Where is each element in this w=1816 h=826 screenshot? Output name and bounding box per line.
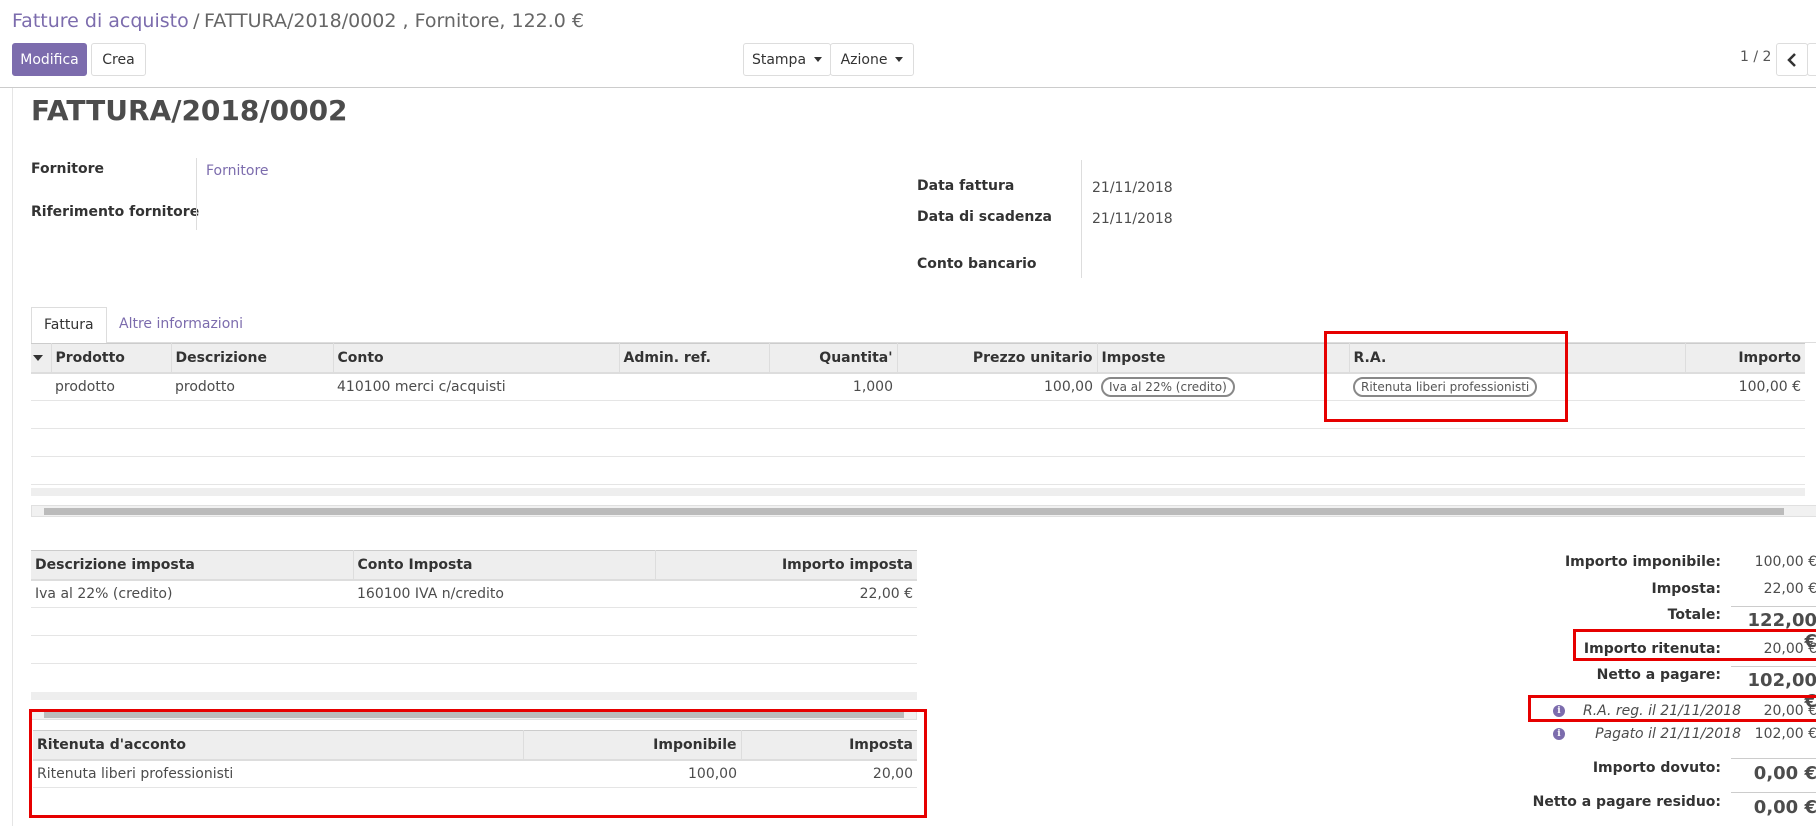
scrollbar-thumb[interactable] [44, 712, 904, 718]
invoice-title: FATTURA/2018/0002 [31, 94, 348, 127]
withholding-amount-value: 20,00 € [1763, 641, 1816, 657]
pager-previous-button[interactable] [1776, 43, 1808, 76]
scrollbar-thumb[interactable] [44, 508, 1784, 515]
cell-product[interactable]: prodotto [51, 372, 171, 401]
cell-quantity[interactable]: 1,000 [769, 372, 897, 401]
tax-amount-value: 22,00 € [1763, 581, 1816, 597]
caret-down-icon [895, 57, 904, 62]
column-header-taxes[interactable]: Imposte [1097, 343, 1350, 374]
breadcrumb-parent-link[interactable]: Fatture di acquisto [12, 10, 189, 32]
sort-header[interactable] [31, 343, 52, 374]
form-sheet: FATTURA/2018/0002 Fornitore Fornitore Ri… [12, 88, 1816, 826]
tax-tag: Iva al 22% (credito) [1101, 376, 1235, 397]
cell-withholding-name[interactable]: Ritenuta liberi professionisti [33, 759, 523, 788]
due-date-value[interactable]: 21/11/2018 [1092, 211, 1173, 227]
create-button[interactable]: Crea [91, 43, 146, 76]
supplier-label: Fornitore [31, 161, 104, 177]
payment-ra-value: 20,00 € [1763, 703, 1816, 719]
chevron-left-icon [1787, 52, 1796, 67]
edit-button[interactable]: Modifica [12, 43, 87, 76]
pager-next-button[interactable] [1807, 43, 1816, 76]
column-header-quantity[interactable]: Quantita' [769, 343, 898, 374]
payment-ra-label: R.A. reg. il 21/11/2018 [1583, 703, 1741, 719]
column-header-account[interactable]: Conto [333, 343, 620, 374]
withholding-amount-label: Importo ritenuta: [1583, 641, 1721, 657]
pager-value[interactable]: 1 / 2 [1740, 49, 1771, 65]
tab-altre-informazioni[interactable]: Altre informazioni [119, 307, 243, 341]
table-row[interactable]: Ritenuta liberi professionisti 100,00 20… [33, 759, 917, 788]
breadcrumb-separator: / [193, 10, 200, 32]
table-footer [31, 692, 917, 700]
invoice-lines-table: Prodotto Descrizione Conto Admin. ref. Q… [31, 343, 1805, 485]
control-panel: Fatture di acquisto / FATTURA/2018/0002 … [0, 0, 1816, 88]
tab-fattura[interactable]: Fattura [31, 307, 107, 343]
cell-description[interactable]: prodotto [171, 372, 333, 401]
cell-account[interactable]: 410100 merci c/acquisti [333, 372, 619, 401]
field-separator [196, 158, 197, 230]
print-dropdown[interactable]: Stampa [743, 43, 831, 76]
cell-withholding-tax[interactable]: 20,00 [741, 759, 917, 788]
cell-tax-amount[interactable]: 22,00 € [655, 579, 917, 608]
table-row-empty [31, 607, 917, 636]
action-label: Azione [840, 51, 888, 68]
ra-tag: Ritenuta liberi professionisti [1353, 376, 1538, 397]
print-label: Stampa [751, 51, 807, 68]
breadcrumb-current: FATTURA/2018/0002 , Fornitore, 122.0 € [204, 10, 585, 32]
horizontal-scrollbar[interactable] [31, 505, 1816, 517]
table-row-empty [31, 428, 1805, 457]
column-header-base[interactable]: Imponibile [523, 730, 742, 761]
cell-tax-account[interactable]: 160100 IVA n/credito [353, 579, 655, 608]
amount-due-value: 0,00 € [1731, 758, 1816, 784]
due-date-label: Data di scadenza [917, 209, 1052, 225]
table-row-empty [31, 456, 1805, 485]
cell-taxes[interactable]: Iva al 22% (credito) [1097, 372, 1349, 401]
column-header-withholding[interactable]: Ritenuta d'acconto [33, 730, 524, 761]
breadcrumb: Fatture di acquisto / FATTURA/2018/0002 … [12, 10, 584, 32]
table-footer [31, 488, 1805, 496]
net-residual-value: 0,00 € [1731, 792, 1816, 818]
cell-amount[interactable]: 100,00 € [1685, 372, 1805, 401]
table-row-empty [31, 635, 917, 664]
column-header-tax-description[interactable]: Descrizione imposta [31, 550, 354, 581]
invoice-date-value[interactable]: 21/11/2018 [1092, 180, 1173, 196]
action-dropdown[interactable]: Azione [830, 43, 914, 76]
column-header-withholding-tax[interactable]: Imposta [741, 730, 917, 761]
payment-paid-label: Pagato il 21/11/2018 [1595, 726, 1741, 742]
field-separator [1081, 160, 1082, 278]
net-residual-label: Netto a pagare residuo: [1532, 794, 1721, 810]
column-header-product[interactable]: Prodotto [51, 343, 172, 374]
column-header-admin-ref[interactable]: Admin. ref. [619, 343, 770, 374]
amount-due-label: Importo dovuto: [1592, 760, 1721, 776]
cell-ra[interactable]: Ritenuta liberi professionisti [1349, 372, 1685, 401]
column-header-tax-account[interactable]: Conto Imposta [353, 550, 656, 581]
cell-tax-description[interactable]: Iva al 22% (credito) [31, 579, 353, 608]
supplier-link[interactable]: Fornitore [206, 163, 269, 179]
column-header-amount[interactable]: Importo [1685, 343, 1805, 374]
table-row-empty [31, 400, 1805, 429]
cell-admin-ref[interactable] [619, 372, 769, 401]
supplier-ref-label: Riferimento fornitore [31, 204, 200, 220]
untaxed-amount-value: 100,00 € [1754, 554, 1816, 570]
column-header-ra[interactable]: R.A. [1349, 343, 1686, 374]
caret-down-icon [33, 354, 43, 361]
untaxed-amount-label: Importo imponibile: [1564, 554, 1721, 570]
cell-withholding-base[interactable]: 100,00 [523, 759, 741, 788]
caret-down-icon [814, 57, 823, 62]
net-to-pay-label: Netto a pagare: [1596, 667, 1721, 683]
bank-account-label: Conto bancario [917, 256, 1037, 272]
payment-paid-value: 102,00 € [1754, 726, 1816, 742]
invoice-date-label: Data fattura [917, 178, 1015, 194]
table-row[interactable]: prodotto prodotto 410100 merci c/acquist… [31, 372, 1805, 401]
tax-amount-label: Imposta: [1651, 581, 1721, 597]
column-header-unit-price[interactable]: Prezzo unitario [897, 343, 1098, 374]
cell-unit-price[interactable]: 100,00 [897, 372, 1097, 401]
withholding-table: Ritenuta d'acconto Imponibile Imposta Ri… [33, 730, 917, 788]
horizontal-scrollbar[interactable] [31, 710, 917, 720]
table-row[interactable]: Iva al 22% (credito) 160100 IVA n/credit… [31, 579, 917, 608]
tax-table: Descrizione imposta Conto Imposta Import… [31, 550, 917, 664]
column-header-tax-amount[interactable]: Importo imposta [655, 550, 917, 581]
column-header-description[interactable]: Descrizione [171, 343, 334, 374]
total-label: Totale: [1667, 607, 1721, 623]
